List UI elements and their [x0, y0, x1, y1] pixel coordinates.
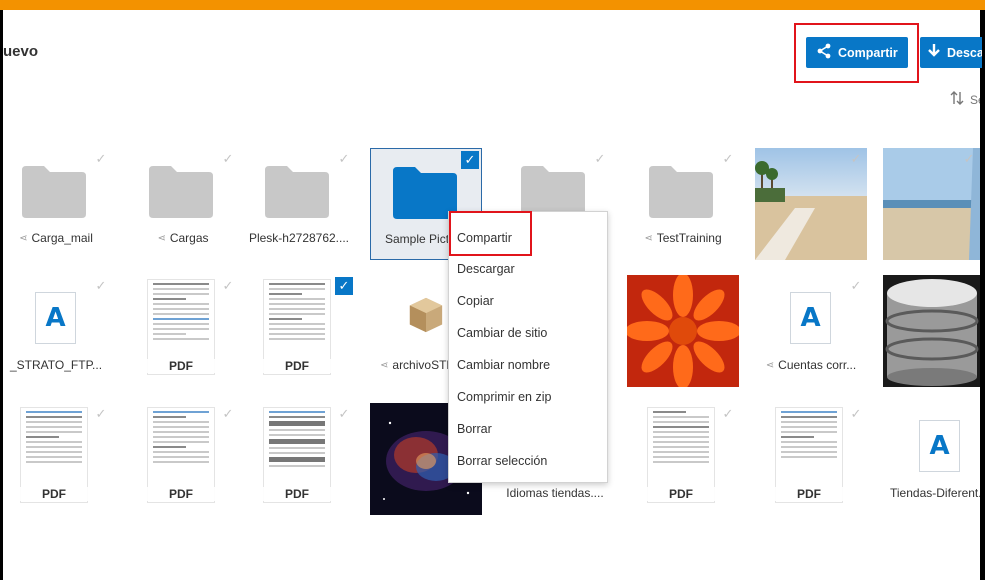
checkmark-icon[interactable]: ✓: [847, 150, 865, 168]
file-name[interactable]: _STRATO_FTP...: [0, 358, 112, 372]
menu-item-download[interactable]: Descargar: [457, 262, 515, 276]
pdf-type-label: PDF: [263, 359, 331, 373]
file-name[interactable]: Plesk-h2728762....: [243, 231, 355, 245]
share-icon: ⋖: [157, 232, 166, 244]
share-icon: ⋖: [19, 232, 28, 244]
folder-icon: [22, 166, 86, 218]
share-icon: ⋖: [765, 359, 775, 371]
image-tile-flower[interactable]: [627, 275, 739, 387]
file-name[interactable]: Idiomas tiendas....: [499, 486, 611, 500]
pdf-tile[interactable]: ✓ PDF: [627, 403, 739, 515]
menu-item-copy[interactable]: Copiar: [457, 294, 494, 308]
menu-item-zip[interactable]: Comprimir en zip: [457, 390, 551, 404]
flower-photo: [627, 275, 739, 387]
page-title: uevo: [3, 43, 39, 60]
package-icon: [409, 297, 443, 333]
menu-item-delete-selection[interactable]: Borrar selección: [457, 454, 547, 468]
folder-tile[interactable]: ✓ ⋖ Cargas: [127, 148, 239, 260]
document-icon: A: [35, 292, 76, 344]
pdf-tile[interactable]: ✓ PDF: [127, 403, 239, 515]
checkmark-icon[interactable]: ✓: [335, 150, 353, 168]
file-name[interactable]: ⋖ Cuentas corr...: [755, 358, 867, 372]
checkmark-icon[interactable]: ✓: [92, 150, 110, 168]
checkmark-icon[interactable]: ✓: [92, 405, 110, 423]
share-button[interactable]: Compartir: [806, 37, 908, 68]
checkmark-icon[interactable]: ✓: [847, 405, 865, 423]
checkmark-icon[interactable]: ✓: [461, 151, 479, 169]
checkmark-icon[interactable]: ✓: [219, 405, 237, 423]
checkmark-icon[interactable]: ✓: [335, 277, 353, 295]
checkmark-icon[interactable]: ✓: [719, 150, 737, 168]
sort-label: Se: [970, 92, 980, 107]
database-icon: [883, 275, 980, 387]
menu-item-rename[interactable]: Cambiar nombre: [457, 358, 550, 372]
folder-tile[interactable]: ✓ Plesk-h2728762....: [243, 148, 355, 260]
context-menu: Compartir Descargar Copiar Cambiar de si…: [448, 211, 608, 483]
folder-tile[interactable]: ✓ ⋖ Carga_mail: [0, 148, 112, 260]
pdf-tile[interactable]: ✓ PDF: [127, 275, 239, 387]
menu-item-move[interactable]: Cambiar de sitio: [457, 326, 547, 340]
checkmark-icon[interactable]: ✓: [92, 277, 110, 295]
download-icon: [926, 43, 942, 62]
folder-icon: [649, 166, 713, 218]
document-tile[interactable]: A Tiendas-Diferent...: [883, 403, 980, 515]
sort-control[interactable]: Se: [950, 91, 980, 108]
checkmark-icon[interactable]: ✓: [847, 277, 865, 295]
checkmark-icon[interactable]: ✓: [960, 150, 978, 168]
document-icon: A: [919, 420, 960, 472]
pdf-type-label: PDF: [647, 487, 715, 501]
document-tile[interactable]: ✓ A ⋖ Cuentas corr...: [755, 275, 867, 387]
download-button-label: Descar: [947, 45, 982, 60]
top-accent-bar: [0, 0, 985, 10]
pdf-type-label: PDF: [147, 487, 215, 501]
folder-tile[interactable]: ✓ ⋖ TestTraining: [627, 148, 739, 260]
document-icon: A: [790, 292, 831, 344]
file-name[interactable]: ⋖ Carga_mail: [0, 231, 112, 245]
share-button-label: Compartir: [838, 45, 898, 60]
pdf-type-label: PDF: [775, 487, 843, 501]
checkmark-icon[interactable]: ✓: [719, 405, 737, 423]
folder-icon: [521, 166, 585, 218]
pdf-type-label: PDF: [147, 359, 215, 373]
image-tile-beach[interactable]: ✓: [883, 148, 980, 260]
pdf-tile[interactable]: ✓ PDF: [243, 403, 355, 515]
share-icon: ⋖: [380, 359, 389, 371]
database-tile[interactable]: [883, 275, 980, 387]
checkmark-icon[interactable]: ✓: [335, 405, 353, 423]
file-name[interactable]: ⋖ TestTraining: [627, 231, 739, 245]
sort-icon: [950, 91, 964, 108]
folder-icon: [149, 166, 213, 218]
image-tile-beach[interactable]: ✓: [755, 148, 867, 260]
menu-item-delete[interactable]: Borrar: [457, 422, 492, 436]
menu-item-share[interactable]: Compartir: [457, 231, 512, 245]
document-tile[interactable]: ✓ A _STRATO_FTP...: [0, 275, 112, 387]
pdf-tile-selected[interactable]: ✓ PDF: [243, 275, 355, 387]
pdf-tile[interactable]: ✓ PDF: [755, 403, 867, 515]
download-button[interactable]: Descar: [920, 37, 982, 68]
right-frame-border: [980, 10, 985, 580]
file-name[interactable]: Tiendas-Diferent...: [883, 486, 980, 500]
folder-icon: [265, 166, 329, 218]
share-icon: ⋖: [644, 232, 653, 244]
file-name[interactable]: ⋖ Cargas: [127, 231, 239, 245]
pdf-type-label: PDF: [20, 487, 88, 501]
checkmark-icon[interactable]: ✓: [219, 150, 237, 168]
pdf-tile[interactable]: ✓ PDF: [0, 403, 112, 515]
pdf-type-label: PDF: [263, 487, 331, 501]
share-icon: [816, 43, 832, 62]
checkmark-icon[interactable]: ✓: [219, 277, 237, 295]
checkmark-icon[interactable]: ✓: [591, 150, 609, 168]
